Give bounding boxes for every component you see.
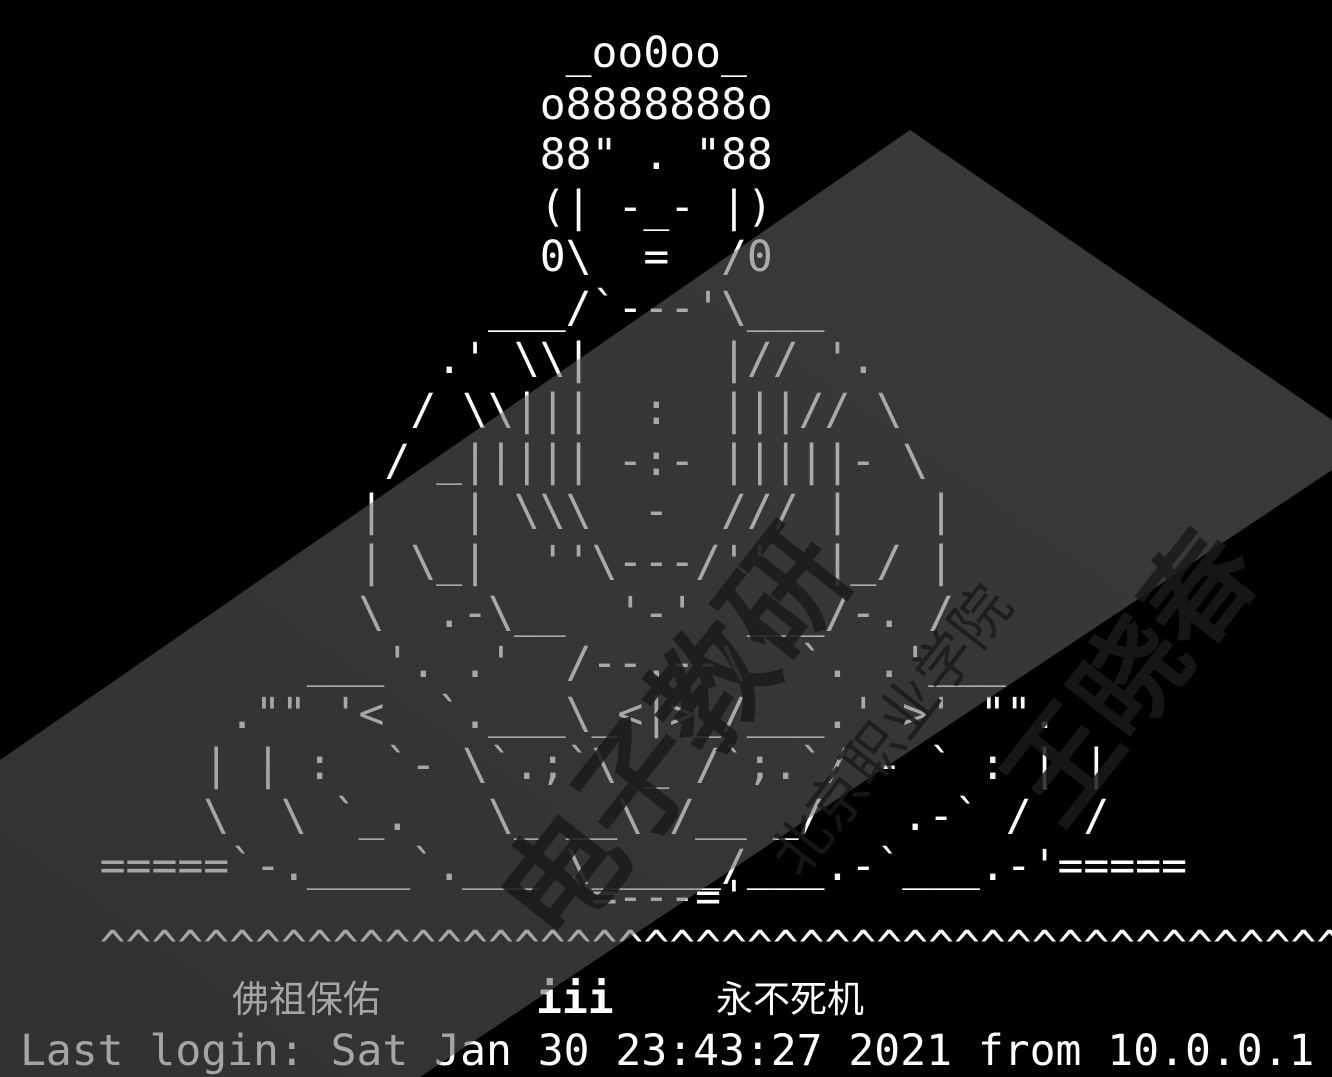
banner-line: \ \ `_. \_ __\ /__ _/ .-` / / <box>22 791 1110 841</box>
blessing-middle: iii <box>536 974 614 1024</box>
banner-line: / _||||| -:- |||||- \ <box>22 436 929 486</box>
banner-line: 88" . "88 <box>22 130 773 180</box>
banner-line: ^^^^^^^^^^^^^^^^^^^^^^^^^^^^^^^^^^^^^^^^… <box>22 922 1332 972</box>
terminal-window[interactable]: _oo0oo_ o8888888o 88" . "88 (| -_- |) 0\… <box>0 0 1332 1077</box>
banner-line: | | : `- \`.;`\ _ /`;.`/ - ` : | | <box>22 740 1110 790</box>
banner-line: / \\||| : |||// \ <box>22 385 903 435</box>
banner-line: o8888888o <box>22 80 773 130</box>
banner-line: _oo0oo_ <box>22 28 747 78</box>
banner-line: `=---=' <box>22 872 747 922</box>
banner-line: ___'. .' /--.--\ `. .'___ <box>22 638 1006 688</box>
blessing-left: 佛祖保佑 <box>232 978 380 1021</box>
banner-line: \ .-\__ '-' ___/-. / <box>22 588 954 638</box>
banner-line: (| -_- |) <box>22 182 773 232</box>
banner-line: | \_| ''\---/'' |_/ | <box>22 537 954 587</box>
banner-line: ."" '< `.___\_<|>_/___.' >' "". <box>22 689 1058 739</box>
last-login-text: Last login: Sat Jan 30 23:43:27 2021 fro… <box>20 1026 1315 1076</box>
banner-line: | | \\\ - /// | | <box>22 486 954 536</box>
banner-line: 0\ = /0 <box>22 232 773 282</box>
banner-line: .' \\| |// '. <box>22 334 877 384</box>
blessing-right: 永不死机 <box>716 978 864 1021</box>
banner-line: ___/`---'\___ <box>22 283 825 333</box>
